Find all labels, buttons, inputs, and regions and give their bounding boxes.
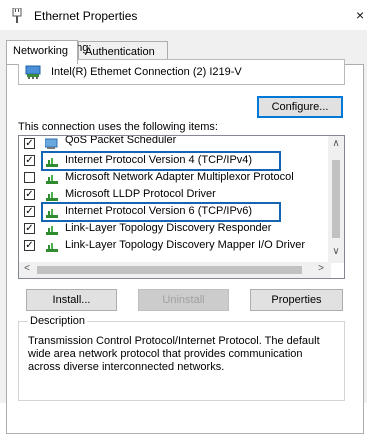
- item-checkbox[interactable]: ✓: [24, 240, 35, 251]
- protocol-icon: [46, 192, 58, 201]
- window-title: Ethernet Properties: [34, 9, 138, 23]
- item-label: Internet Protocol Version 4 (TCP/IPv4): [65, 154, 253, 166]
- item-checkbox[interactable]: ✓: [24, 155, 35, 166]
- description-legend: Description: [28, 315, 88, 327]
- item-label: Internet Protocol Version 6 (TCP/IPv6): [65, 205, 253, 217]
- scroll-right-icon[interactable]: >: [313, 263, 329, 274]
- title-bar: Ethernet Properties ×: [0, 0, 367, 30]
- protocol-icon: [46, 226, 58, 235]
- scroll-up-icon[interactable]: ∧: [328, 138, 344, 149]
- list-item[interactable]: ✓ Link-Layer Topology Discovery Mapper I…: [19, 238, 331, 254]
- horizontal-scroll-thumb[interactable]: [37, 266, 302, 274]
- protocol-icon: [46, 175, 58, 184]
- close-button[interactable]: ×: [356, 6, 367, 24]
- list-item[interactable]: ✓ Link-Layer Topology Discovery Responde…: [19, 221, 331, 237]
- configure-button[interactable]: Configure...: [257, 96, 343, 118]
- description-line: Transmission Control Protocol/Internet P…: [28, 335, 320, 347]
- item-label: Microsoft LLDP Protocol Driver: [65, 188, 216, 200]
- items-label: This connection uses the following items…: [18, 121, 218, 133]
- item-checkbox[interactable]: ✓: [24, 206, 35, 217]
- install-button[interactable]: Install...: [26, 289, 117, 311]
- vertical-scroll-thumb[interactable]: [332, 160, 340, 238]
- network-adapter-icon: [25, 65, 41, 79]
- protocol-icon: [46, 158, 58, 167]
- description-line: across diverse interconnected networks.: [28, 361, 225, 373]
- tab-networking[interactable]: Networking: [6, 40, 78, 64]
- uninstall-button: Uninstall: [138, 289, 229, 311]
- scroll-down-icon[interactable]: ∨: [328, 246, 344, 257]
- item-label: QoS Packet Scheduler: [65, 135, 177, 146]
- list-item[interactable]: Microsoft Network Adapter Multiplexor Pr…: [19, 170, 331, 186]
- components-list[interactable]: ✓ QoS Packet Scheduler ✓ Internet Protoc…: [18, 135, 345, 279]
- horizontal-scrollbar[interactable]: < >: [19, 262, 331, 278]
- list-item[interactable]: ✓ Microsoft LLDP Protocol Driver: [19, 187, 331, 203]
- protocol-icon: [46, 243, 58, 252]
- vertical-scrollbar[interactable]: ∧ ∨: [328, 136, 344, 263]
- adapter-name: Intel(R) Ethemet Connection (2) I219-V: [51, 66, 242, 78]
- item-checkbox[interactable]: ✓: [24, 138, 35, 149]
- item-label: Link-Layer Topology Discovery Mapper I/O…: [65, 239, 306, 251]
- list-item[interactable]: ✓ Internet Protocol Version 4 (TCP/IPv4): [19, 153, 331, 169]
- ethernet-plug-icon: [12, 8, 22, 23]
- qos-icon: [45, 138, 58, 149]
- list-item[interactable]: ✓ Internet Protocol Version 6 (TCP/IPv6): [19, 204, 331, 220]
- description-line: wide area network protocol that provides…: [28, 348, 303, 360]
- item-checkbox[interactable]: ✓: [24, 223, 35, 234]
- list-item[interactable]: ✓ QoS Packet Scheduler: [19, 136, 331, 152]
- protocol-icon: [46, 209, 58, 218]
- properties-button[interactable]: Properties: [250, 289, 343, 311]
- item-label: Link-Layer Topology Discovery Responder: [65, 222, 272, 234]
- scroll-left-icon[interactable]: <: [19, 263, 35, 274]
- description-text: Transmission Control Protocol/Internet P…: [28, 335, 338, 374]
- item-label: Microsoft Network Adapter Multiplexor Pr…: [65, 171, 294, 183]
- item-checkbox[interactable]: ✓: [24, 189, 35, 200]
- item-checkbox[interactable]: [24, 172, 35, 183]
